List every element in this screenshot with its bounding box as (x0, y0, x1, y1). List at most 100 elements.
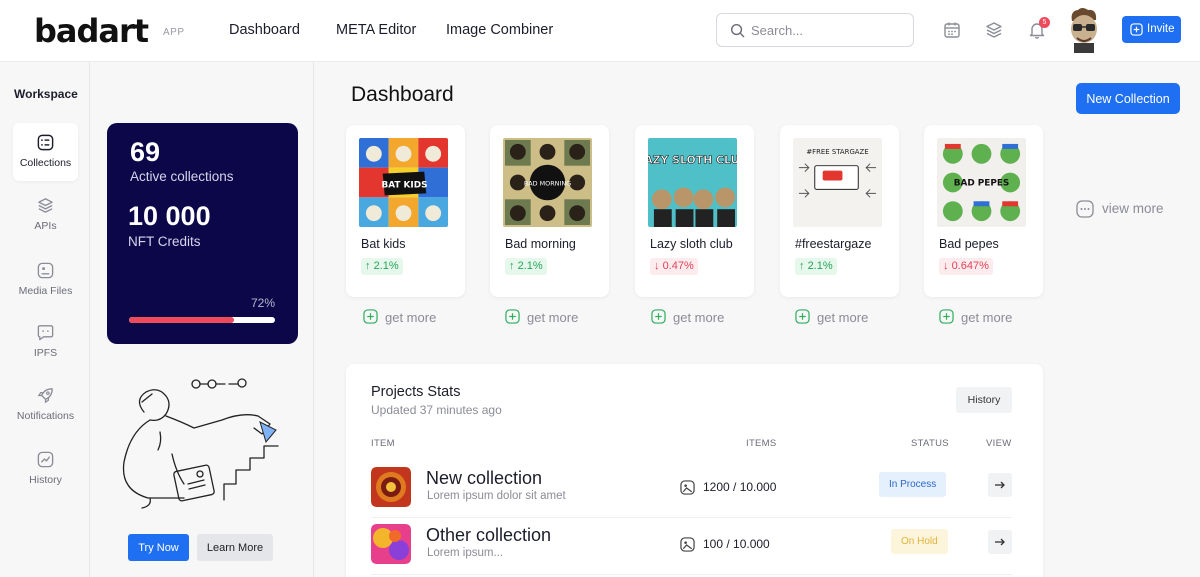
try-now-button[interactable]: Try Now (128, 534, 189, 561)
layers-icon[interactable] (984, 20, 1004, 40)
sidebar-item-media-files[interactable]: Media Files (13, 251, 78, 309)
image-icon (680, 537, 695, 552)
active-collections-label: Active collections (130, 169, 234, 184)
collection-thumbnail: #FREE STARGAZE (793, 138, 882, 227)
collection-name: Bat kids (361, 237, 406, 251)
sidebar-item-label: Collections (19, 157, 72, 169)
media-files-icon (37, 262, 54, 279)
collection-change: ↓ 0.647% (939, 258, 993, 275)
collection-card[interactable]: BAT KIDS Bat kids ↑ 2.1% (346, 125, 465, 297)
column-header-items: ITEMS (746, 438, 777, 449)
collection-card[interactable]: LAZY SLOTH CLUB Lazy sloth club ↓ 0.47% (635, 125, 754, 297)
collection-name: Bad pepes (939, 237, 999, 251)
collection-thumbnail: BAT KIDS (359, 138, 448, 227)
sidebar: Workspace Collections APIs Media Files I… (0, 62, 90, 577)
collection-card[interactable]: #FREE STARGAZE #freestargaze ↑ 2.1% (780, 125, 899, 297)
history-button[interactable]: History (956, 387, 1012, 413)
row-name: New collection (426, 468, 543, 488)
sidebar-item-label: Media Files (18, 285, 73, 297)
thumbnail-text: BAD MORNING (524, 179, 571, 187)
calendar-icon[interactable] (942, 20, 962, 40)
view-more-link[interactable]: view more (1076, 200, 1176, 218)
collection-name: #freestargaze (795, 237, 872, 251)
sidebar-item-apis[interactable]: APIs (13, 186, 78, 244)
rocket-icon (37, 388, 53, 404)
app-logo[interactable]: badart (34, 12, 149, 50)
plus-square-icon (363, 309, 378, 324)
plus-square-icon (651, 309, 666, 324)
nav-dashboard[interactable]: Dashboard (229, 22, 300, 38)
notification-badge: 5 (1039, 17, 1050, 28)
collection-card[interactable]: BAD PEPES Bad pepes ↓ 0.647% (924, 125, 1043, 297)
view-row-button[interactable] (988, 473, 1012, 497)
collection-thumbnail: LAZY SLOTH CLUB (648, 138, 737, 227)
row-name: Other collection (426, 525, 552, 545)
layers-icon (38, 198, 53, 213)
search-box[interactable] (716, 13, 914, 47)
invite-button[interactable]: Invite (1122, 16, 1181, 43)
chart-icon (37, 451, 54, 468)
thumbnail-text: #FREE STARGAZE (806, 148, 868, 156)
nav-image-combiner[interactable]: Image Combiner (446, 22, 553, 38)
image-icon (680, 480, 695, 495)
credits-progress-bar (129, 317, 275, 323)
row-items: 1200 / 10.000 (703, 480, 777, 494)
collection-thumbnail: BAD PEPES (937, 138, 1026, 227)
plus-square-icon (939, 309, 954, 324)
sidebar-item-history[interactable]: History (13, 440, 78, 498)
learn-more-button[interactable]: Learn More (197, 534, 273, 561)
avatar[interactable] (1064, 7, 1104, 53)
search-icon (730, 23, 745, 38)
table-row[interactable]: Other collection Lorem ipsum... 100 / 10… (371, 521, 1012, 575)
sidebar-item-collections[interactable]: Collections (13, 123, 78, 181)
plus-circle-icon (1130, 23, 1143, 36)
column-header-status: STATUS (911, 438, 949, 449)
sidebar-item-label: IPFS (33, 347, 58, 359)
collections-icon (37, 134, 54, 151)
collection-change: ↑ 2.1% (505, 258, 547, 275)
arrow-right-icon (995, 481, 1005, 489)
app-logo-tag: APP (163, 27, 185, 38)
collection-change: ↓ 0.47% (650, 258, 698, 275)
person-illustration (122, 378, 279, 509)
collection-thumbnail (371, 524, 411, 564)
thumbnail-text: BAT KIDS (381, 180, 427, 190)
invite-label: Invite (1147, 23, 1175, 35)
active-collections-count: 69 (130, 137, 161, 167)
column-header-view: VIEW (986, 438, 1012, 449)
table-row[interactable]: New collection Lorem ipsum dolor sit ame… (371, 464, 1012, 518)
page-title: Dashboard (351, 83, 454, 106)
ipfs-icon (37, 325, 54, 341)
more-icon (1076, 200, 1094, 218)
sidebar-item-notifications[interactable]: Notifications (13, 376, 78, 434)
collection-thumbnail (371, 467, 411, 507)
status-badge: On Hold (891, 529, 948, 554)
view-row-button[interactable] (988, 530, 1012, 554)
stats-subtitle: Updated 37 minutes ago (371, 403, 502, 417)
collection-name: Lazy sloth club (650, 237, 733, 251)
nav-meta-editor[interactable]: META Editor (336, 22, 416, 38)
status-badge: In Process (879, 472, 947, 497)
column-header-item: ITEM (371, 438, 395, 449)
search-input[interactable] (751, 21, 901, 39)
stats-title: Projects Stats (371, 384, 461, 400)
collection-change: ↑ 2.1% (361, 258, 403, 275)
credits-card: 69 Active collections 10 000 NFT Credits… (107, 123, 298, 344)
row-items: 100 / 10.000 (703, 537, 770, 551)
collection-change: ↑ 2.1% (795, 258, 837, 275)
nft-credits-label: NFT Credits (128, 234, 201, 249)
arrow-right-icon (995, 538, 1005, 546)
new-collection-button[interactable]: New Collection (1076, 83, 1180, 114)
collection-name: Bad morning (505, 237, 576, 251)
sidebar-item-ipfs[interactable]: IPFS (13, 313, 78, 371)
credits-progress-fill (129, 317, 235, 323)
collection-card[interactable]: BAD MORNING Bad morning ↑ 2.1% (490, 125, 609, 297)
credits-percent: 72% (250, 296, 275, 310)
sidebar-item-label: APIs (34, 220, 57, 232)
thumbnail-text: BAD PEPES (954, 178, 1010, 188)
workspace-title: Workspace (14, 87, 78, 101)
collection-thumbnail: BAD MORNING (503, 138, 592, 227)
thumbnail-text: LAZY SLOTH CLUB (648, 154, 737, 167)
top-bar: badart APP Dashboard META Editor Image C… (0, 0, 1200, 62)
sidebar-item-label: Notifications (16, 410, 75, 422)
